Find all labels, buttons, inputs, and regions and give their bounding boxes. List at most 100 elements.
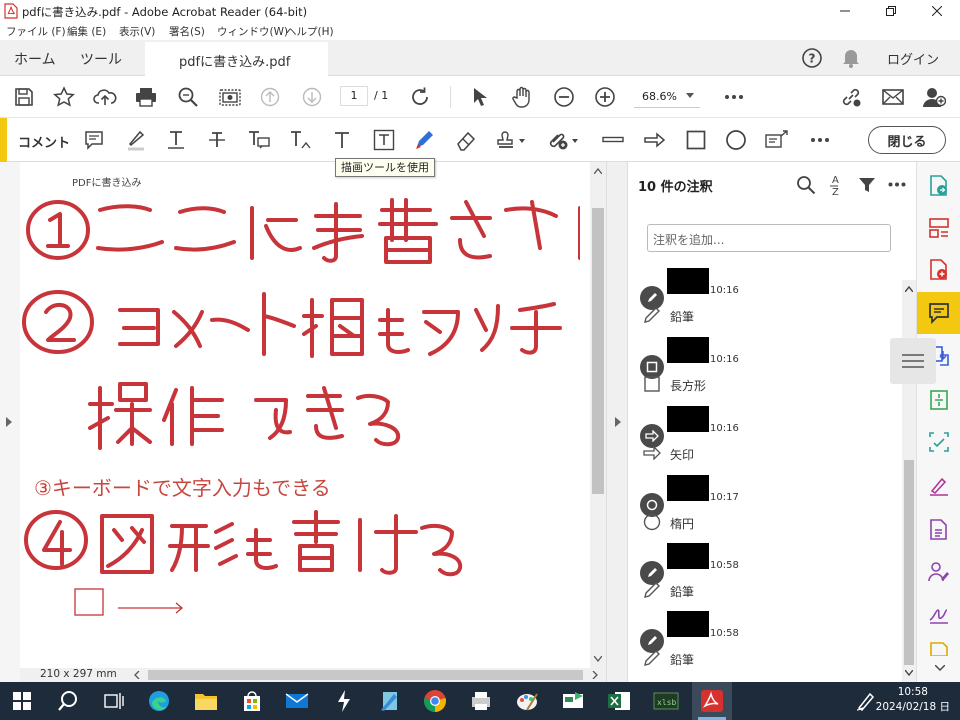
taskbar-search-icon[interactable] (54, 687, 82, 715)
terminal-app-icon[interactable]: xlsb (652, 687, 680, 715)
strikethrough-icon[interactable] (205, 128, 229, 152)
share-link-icon[interactable] (839, 85, 863, 109)
select-cursor-icon[interactable] (468, 85, 492, 109)
document-vertical-scrollbar[interactable] (590, 162, 606, 668)
compress-pdf-icon[interactable] (927, 388, 951, 412)
email-icon[interactable] (881, 85, 905, 109)
document-scroll-thumb[interactable] (592, 208, 604, 494)
menu-sign[interactable]: 署名(S) (169, 24, 205, 39)
next-page-icon[interactable] (300, 85, 324, 109)
scroll-right-icon[interactable] (592, 671, 598, 679)
eraser-icon[interactable] (454, 128, 478, 152)
page-number-input[interactable]: 1 (340, 86, 368, 106)
text-callout-icon[interactable] (765, 128, 789, 152)
scroll-down-icon[interactable] (905, 670, 913, 676)
rotate-icon[interactable] (408, 85, 432, 109)
help-icon[interactable]: ? (801, 47, 823, 69)
prev-page-icon[interactable] (258, 85, 282, 109)
line-tool-icon[interactable] (601, 128, 625, 152)
replace-text-icon[interactable] (247, 128, 271, 152)
zoom-dropdown[interactable]: 68.6% (634, 86, 700, 108)
ellipse-tool-icon[interactable] (724, 128, 748, 152)
print-manager-icon[interactable] (467, 687, 495, 715)
mail-icon[interactable] (283, 687, 311, 715)
comment-item-ellipse[interactable]: 10:17 楕円 (640, 475, 900, 537)
rectangle-tool-icon[interactable] (684, 128, 708, 152)
organize-pages-icon[interactable] (927, 216, 951, 240)
windows-start-icon[interactable] (8, 687, 36, 715)
hand-tool-icon[interactable] (510, 85, 534, 109)
highlight-icon[interactable] (124, 128, 148, 152)
expand-left-panel-icon[interactable] (6, 417, 13, 427)
restore-button[interactable] (868, 0, 914, 22)
sticky-note-icon[interactable] (82, 128, 106, 152)
file-explorer-icon[interactable] (192, 687, 220, 715)
bell-icon[interactable] (841, 47, 861, 69)
panel-splitter[interactable] (606, 162, 628, 682)
menu-help[interactable]: ヘルプ(H) (286, 24, 334, 39)
menu-window[interactable]: ウィンドウ(W) (217, 24, 288, 39)
filter-icon[interactable] (858, 177, 876, 193)
tab-tools[interactable]: ツール (80, 49, 122, 69)
snapshot-icon[interactable] (218, 85, 242, 109)
handwriting-line-4[interactable] (20, 502, 580, 582)
zoom-search-icon[interactable] (176, 85, 200, 109)
create-pdf-icon[interactable] (927, 258, 951, 282)
zoom-out-icon[interactable] (552, 85, 576, 109)
insert-text-icon[interactable] (289, 128, 313, 152)
sticky-display-icon[interactable] (559, 687, 587, 715)
scan-ocr-icon[interactable] (927, 430, 951, 454)
draw-pencil-icon[interactable] (412, 128, 436, 152)
comment-item-pencil-2[interactable]: 10:58 鉛筆 (640, 543, 900, 605)
zoom-in-icon[interactable] (593, 85, 617, 109)
more-comment-tools-icon[interactable] (808, 128, 832, 152)
close-comment-button[interactable]: 閉じる (868, 126, 946, 154)
acrobat-taskbar-icon[interactable] (692, 682, 732, 720)
menu-edit[interactable]: 編集 (E) (67, 24, 106, 39)
horizontal-scroll-thumb[interactable] (148, 670, 583, 680)
power-automate-icon[interactable] (330, 687, 358, 715)
search-comments-icon[interactable] (796, 175, 816, 195)
notes-app-icon[interactable] (376, 687, 404, 715)
comment-item-arrow[interactable]: 10:16 矢印 (640, 406, 900, 468)
collapse-panel-icon[interactable] (615, 417, 622, 427)
tab-document[interactable]: pdfに書き込み.pdf (145, 40, 328, 76)
task-view-icon[interactable] (100, 687, 128, 715)
close-window-button[interactable] (914, 0, 960, 22)
comment-item-pencil-1[interactable]: 10:16 鉛筆 (640, 268, 900, 330)
handwriting-line-2[interactable] (20, 282, 580, 382)
menu-file[interactable]: ファイル (F) (6, 24, 66, 39)
add-user-icon[interactable] (922, 85, 946, 109)
comment-item-pencil-3[interactable]: 10:58 鉛筆 (640, 611, 900, 673)
add-comment-input[interactable]: 注釈を追加... (647, 224, 891, 252)
attach-file-icon[interactable] (546, 128, 580, 152)
chrome-icon[interactable] (421, 687, 449, 715)
handwriting-line-1[interactable] (20, 190, 580, 290)
tab-home[interactable]: ホーム (14, 49, 56, 69)
edit-pdf-icon[interactable] (927, 518, 951, 542)
comment-item-rectangle[interactable]: 10:16 長方形 (640, 337, 900, 399)
floating-menu-button[interactable] (890, 338, 936, 384)
add-text-icon[interactable] (330, 128, 354, 152)
comments-scroll-thumb[interactable] (904, 460, 914, 665)
scroll-up-icon[interactable] (594, 168, 602, 174)
comment-tool-icon[interactable] (927, 301, 951, 325)
export-pdf-icon[interactable] (927, 174, 951, 198)
scroll-down-icon[interactable] (594, 656, 602, 662)
drawn-shapes[interactable] (74, 588, 194, 618)
star-icon[interactable] (52, 85, 76, 109)
note-icon[interactable] (927, 642, 951, 656)
minimize-button[interactable] (822, 0, 868, 22)
arrow-tool-icon[interactable] (643, 128, 667, 152)
request-signature-icon[interactable] (927, 560, 951, 584)
handwriting-line-3[interactable] (80, 370, 480, 460)
login-link[interactable]: ログイン (887, 49, 939, 68)
scroll-left-icon[interactable] (134, 671, 140, 679)
microsoft-store-icon[interactable] (238, 687, 266, 715)
document-page[interactable]: PDFに書き込み ③キーボードで文字入力もできる (20, 162, 590, 668)
cloud-upload-icon[interactable] (93, 85, 117, 109)
system-clock[interactable]: 10:58 2024/02/18 日 (876, 685, 950, 715)
panel-more-icon[interactable] (888, 182, 906, 187)
underline-text-icon[interactable] (164, 128, 188, 152)
paint-app-icon[interactable] (513, 687, 541, 715)
